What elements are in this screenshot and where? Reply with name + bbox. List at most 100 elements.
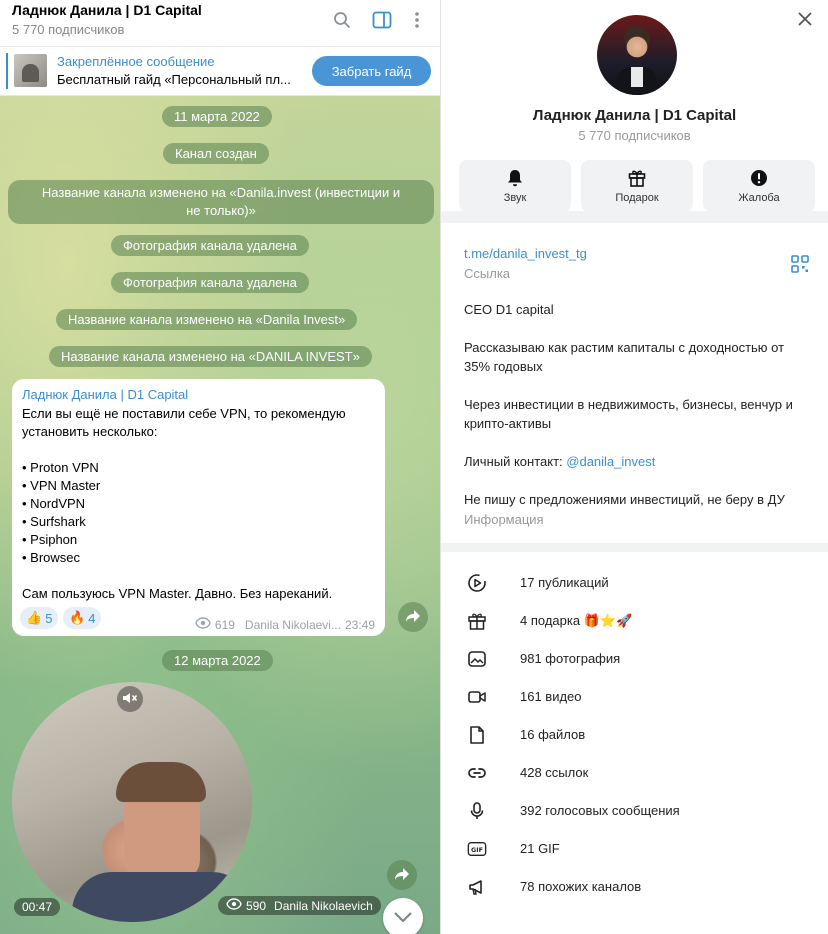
search-button[interactable]	[329, 8, 355, 34]
channel-post[interactable]: Ладнюк Данила | D1 Capital Если вы ещё н…	[12, 379, 385, 636]
video-duration: 00:47	[14, 898, 61, 916]
stat-label: 78 похожих каналов	[520, 879, 642, 894]
forward-icon	[405, 609, 421, 626]
post-line: • Surfshark	[22, 514, 86, 529]
mute-button[interactable]	[117, 686, 143, 712]
gift-icon	[627, 168, 647, 188]
reaction-fire[interactable]: 🔥 4	[63, 607, 102, 629]
alert-icon	[749, 168, 769, 188]
service-message-rename: Название канала изменено на «Danila Inve…	[56, 309, 358, 330]
chat-subscribers: 5 770 подписчиков	[12, 22, 125, 37]
date-separator: 11 марта 2022	[162, 106, 272, 127]
post-author[interactable]: Ладнюк Данила | D1 Capital	[22, 387, 188, 402]
gif-icon: GIF	[467, 839, 487, 859]
stat-label: 428 ссылок	[520, 765, 589, 780]
contact-line: Личный контакт: @danila_invest	[464, 452, 809, 471]
reaction-thumbs-up[interactable]: 👍 5	[20, 607, 59, 629]
gift-button[interactable]: Подарок	[581, 160, 693, 212]
service-message-rename: Название канала изменено на «DANILA INVE…	[49, 346, 372, 367]
stat-label: 17 публикаций	[520, 575, 609, 590]
pinned-thumbnail	[14, 54, 47, 87]
contact-mention[interactable]: @danila_invest	[566, 454, 655, 469]
forward-button[interactable]	[398, 602, 428, 632]
megaphone-icon	[467, 877, 487, 897]
stat-voice[interactable]: 392 голосовых сообщения	[441, 792, 828, 830]
reaction-count: 4	[88, 610, 96, 626]
video-message[interactable]	[12, 682, 252, 922]
rename-line-1: Название канала изменено на «Danila.inve…	[41, 185, 401, 200]
media-stats: 17 публикаций 4 подарка 🎁⭐🚀 981 фотограф…	[441, 552, 828, 934]
post-text: Если вы ещё не поставили себе VPN, то ре…	[22, 405, 372, 603]
description-line	[464, 433, 809, 452]
video-icon	[467, 687, 487, 707]
stat-publications[interactable]: 17 публикаций	[441, 564, 828, 602]
video-views: 590	[246, 898, 267, 913]
chat-title[interactable]: Ладнюк Данила | D1 Capital	[12, 2, 202, 18]
profile-name: Ладнюк Данила | D1 Capital	[532, 107, 737, 124]
pinned-text: Бесплатный гайд «Персональный пл...	[57, 72, 291, 87]
profile-header: Ладнюк Данила | D1 Capital 5 770 подписч…	[441, 0, 828, 212]
channel-avatar[interactable]	[597, 15, 677, 95]
video-hair	[116, 762, 206, 802]
eye-icon	[226, 898, 242, 913]
post-views: 619	[214, 617, 235, 632]
stat-links[interactable]: 428 ссылок	[441, 754, 828, 792]
qr-code-icon[interactable]	[791, 255, 809, 273]
stat-photos[interactable]: 981 фотография	[441, 640, 828, 678]
reaction-count: 5	[45, 610, 53, 626]
bell-icon	[505, 168, 525, 188]
stat-similar-channels[interactable]: 78 похожих каналов	[441, 868, 828, 906]
gift-icon	[467, 611, 487, 631]
stat-label: 21 GIF	[520, 841, 560, 856]
sound-button[interactable]: Звук	[459, 160, 571, 212]
description-line: 35% годовых	[464, 359, 543, 374]
scroll-to-bottom-button[interactable]	[383, 898, 423, 934]
forward-icon	[394, 867, 410, 884]
contact-prefix: Личный контакт:	[464, 454, 567, 469]
report-label: Жалоба	[738, 192, 780, 204]
description-line: Не пишу с предложениями инвестиций, не б…	[464, 492, 785, 507]
link-icon	[467, 763, 487, 783]
stat-gif[interactable]: GIF 21 GIF	[441, 830, 828, 868]
service-message-photo-deleted: Фотография канала удалена	[111, 272, 309, 293]
sidebar-panel-icon	[372, 11, 392, 32]
post-meta: 619 Danila Nikolaevi... 23:49	[195, 617, 375, 632]
channel-link-label: Ссылка	[464, 266, 511, 281]
post-line: Если вы ещё не поставили себе VPN, то ре…	[22, 406, 346, 421]
eye-icon	[195, 617, 211, 632]
more-menu-button[interactable]	[404, 8, 430, 34]
toggle-sidebar-button[interactable]	[369, 8, 395, 34]
more-vertical-icon	[414, 11, 420, 32]
post-line: • Browsec	[22, 550, 81, 565]
pinned-message-bar[interactable]: Закреплённое сообщение Бесплатный гайд «…	[0, 47, 440, 96]
close-icon	[798, 11, 812, 29]
stat-label: 16 файлов	[520, 727, 586, 742]
get-guide-button[interactable]: Забрать гайд	[312, 56, 431, 86]
close-button[interactable]	[793, 8, 817, 32]
search-icon	[333, 11, 351, 32]
stat-videos[interactable]: 161 видео	[441, 678, 828, 716]
avatar-shirt	[631, 67, 643, 87]
post-line: • Proton VPN	[22, 460, 99, 475]
date-separator: 12 марта 2022	[162, 650, 273, 671]
forward-button[interactable]	[387, 860, 417, 890]
stat-gifts[interactable]: 4 подарка 🎁⭐🚀	[441, 602, 828, 640]
channel-link[interactable]: t.me/danila_invest_tg	[464, 246, 587, 261]
report-button[interactable]: Жалоба	[703, 160, 815, 212]
profile-info: t.me/danila_invest_tg Ссылка CEO D1 capi…	[441, 223, 828, 543]
rename-line-2: не только)»	[186, 203, 256, 218]
chat-pane: 11 марта 2022 Канал создан Название кана…	[0, 0, 440, 934]
service-message-created: Канал создан	[163, 143, 269, 164]
speaker-muted-icon	[122, 691, 138, 708]
gift-label: Подарок	[615, 192, 659, 204]
service-message-rename: Название канала изменено на «Danila.inve…	[8, 180, 434, 224]
channel-description: CEO D1 capital Рассказываю как растим ка…	[464, 300, 809, 509]
profile-panel: Ладнюк Данила | D1 Capital 5 770 подписч…	[441, 0, 828, 934]
file-icon	[467, 725, 487, 745]
stat-files[interactable]: 16 файлов	[441, 716, 828, 754]
chat-header[interactable]: Ладнюк Данила | D1 Capital 5 770 подписч…	[0, 0, 440, 47]
post-line: • NordVPN	[22, 496, 86, 511]
description-line	[464, 319, 809, 338]
description-line: CEO D1 capital	[464, 302, 554, 317]
post-line	[22, 567, 372, 585]
